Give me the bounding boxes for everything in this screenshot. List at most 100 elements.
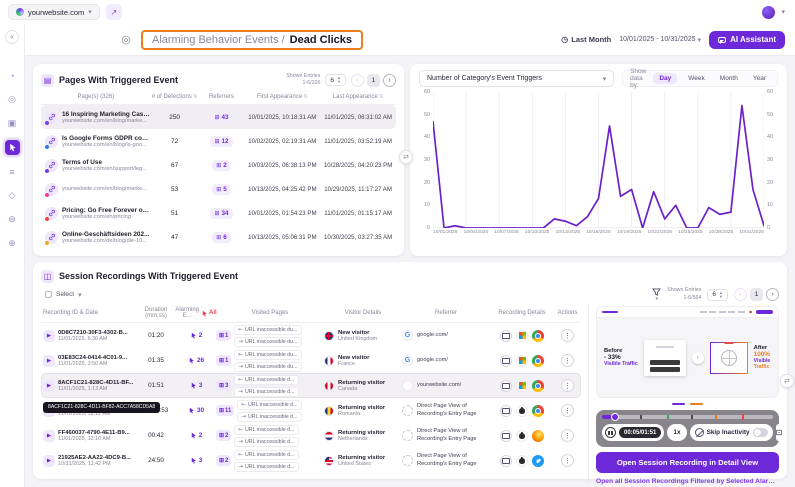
ai-assistant-button[interactable]: AI Assistant bbox=[709, 31, 785, 49]
col-header-alarming[interactable]: Alarming E...All bbox=[176, 307, 216, 319]
prev-page-button[interactable]: ‹ bbox=[351, 74, 364, 87]
website-select[interactable]: yourwebsite.com ▾ bbox=[8, 4, 100, 20]
referrers-badge[interactable]: ⊞6 bbox=[212, 232, 231, 243]
referrers-badge[interactable]: ⊞2 bbox=[212, 160, 231, 171]
visited-page-entry[interactable]: ⇥URL inaccessible du... bbox=[234, 337, 301, 347]
col-header-pages[interactable]: Page(s) (326) bbox=[41, 94, 151, 100]
sidebar-item-alarming-events[interactable] bbox=[5, 140, 20, 155]
tab-year[interactable]: Year bbox=[749, 74, 770, 83]
open-website-button[interactable]: ↗ bbox=[106, 4, 122, 20]
sidebar-item-segments[interactable]: ◇ bbox=[5, 188, 20, 203]
select-all-checkbox[interactable] bbox=[45, 291, 52, 298]
prev-page-button[interactable]: ‹ bbox=[734, 288, 747, 301]
row-actions-button[interactable]: ⋮ bbox=[561, 329, 574, 342]
page-size-stepper[interactable]: 6▲▼ bbox=[707, 289, 728, 301]
col-header-last[interactable]: Last Appearance⇅ bbox=[320, 94, 396, 100]
skip-inactivity-toggle[interactable] bbox=[753, 428, 768, 437]
tab-day[interactable]: Day bbox=[653, 73, 677, 84]
visited-page-entry[interactable]: ⇤URL inaccessible du... bbox=[234, 325, 301, 335]
select-dropdown[interactable]: Select ▾ bbox=[41, 289, 86, 301]
tab-week[interactable]: Week bbox=[684, 74, 709, 83]
avatar-chevron-icon[interactable]: ▾ bbox=[781, 8, 785, 16]
next-page-button[interactable]: › bbox=[383, 74, 396, 87]
alarming-count[interactable]: 3 bbox=[190, 382, 203, 389]
sidebar-item-events[interactable]: ≡ bbox=[5, 164, 20, 179]
referrers-badge[interactable]: ⊞5 bbox=[212, 184, 231, 195]
recording-row[interactable]: ▶0D8C7210-30F3-4302-B...11/01/2025, 6:30… bbox=[41, 323, 581, 348]
visited-page-entry[interactable]: ⇤URL inaccessible d... bbox=[234, 425, 298, 435]
col-header-visitor[interactable]: Visitor Details bbox=[324, 310, 402, 316]
referrers-badge[interactable]: ⊞43 bbox=[210, 112, 232, 123]
website-name: yourwebsite.com bbox=[28, 8, 84, 17]
row-actions-button[interactable]: ⋮ bbox=[561, 379, 574, 392]
row-actions-button[interactable]: ⋮ bbox=[561, 429, 574, 442]
recording-row[interactable]: ▶8ACF1C21-828C-4D11-BF...11/01/2025, 1:1… bbox=[41, 373, 581, 398]
pause-button[interactable] bbox=[605, 427, 616, 438]
sidebar-item-settings[interactable]: ⊛ bbox=[5, 212, 20, 227]
visited-page-entry[interactable]: ⇤URL inaccessible d... bbox=[234, 450, 298, 460]
recording-row[interactable]: ▶03E83C24-0414-4C01-9...11/01/2025, 3:50… bbox=[41, 348, 581, 373]
sidebar-item-dashboard[interactable]: ◔ bbox=[5, 68, 20, 83]
chart-metric-select[interactable]: Number of Category's Event Triggers ▾ bbox=[419, 70, 614, 87]
sidebar-item-integrations[interactable]: ⊕ bbox=[5, 236, 20, 251]
panel-collapse-handle[interactable]: ⇄ bbox=[780, 374, 794, 388]
recording-row[interactable]: ▶21925AE2-AA22-4DC9-B...10/31/2025, 11:4… bbox=[41, 448, 581, 473]
target-icon-button[interactable]: ◎ bbox=[119, 33, 133, 47]
alarming-count[interactable]: 2 bbox=[190, 332, 203, 339]
visited-page-entry[interactable]: ⇤URL inaccessible d... bbox=[237, 400, 301, 410]
page-size-stepper[interactable]: 6▲▼ bbox=[325, 74, 346, 86]
col-header-duration[interactable]: Duration (mm:ss) bbox=[136, 307, 176, 319]
visited-page-entry[interactable]: ⇥URL inaccessible d... bbox=[234, 387, 298, 397]
recording-thumbnail[interactable]: Before - 33% Visible Traffic › bbox=[596, 306, 779, 398]
visited-page-entry[interactable]: ⇥URL inaccessible d... bbox=[234, 462, 298, 472]
visited-page-entry[interactable]: ⇥URL inaccessible du... bbox=[234, 362, 301, 372]
open-all-recordings-link[interactable]: Open all Session Recordings Filtered by … bbox=[596, 478, 779, 485]
visited-page-entry[interactable]: ⇥URL inaccessible d... bbox=[234, 437, 298, 447]
sidebar-item-recordings[interactable]: ▣ bbox=[5, 116, 20, 131]
table-row[interactable]: yourwebsite.com/en/blog/marke...53⊞510/1… bbox=[41, 177, 396, 201]
line-chart[interactable]: 10/01/202510/04/202510/07/202510/10/2025… bbox=[433, 92, 764, 235]
speed-button[interactable]: 1x bbox=[667, 424, 686, 441]
row-actions-button[interactable]: ⋮ bbox=[561, 454, 574, 467]
timeline-knob[interactable] bbox=[611, 413, 619, 421]
recording-date: 10/31/2025, 11:42 PM bbox=[58, 461, 131, 467]
date-range[interactable]: 10/01/2025 - 10/31/2025 ▾ bbox=[619, 36, 701, 44]
col-header-referrers[interactable]: Referrers bbox=[199, 94, 245, 100]
table-row[interactable]: Is Google Forms GDPR comp...yourwebsite.… bbox=[41, 129, 396, 153]
col-header-first[interactable]: First Appearance⇅ bbox=[244, 94, 320, 100]
sidebar-item-visitors[interactable]: ◎ bbox=[5, 92, 20, 107]
table-row[interactable]: Terms of Useyourwebsite.com/en/support/l… bbox=[41, 153, 396, 177]
visited-page-entry[interactable]: ⇥URL inaccessible d... bbox=[237, 412, 301, 422]
alarming-count[interactable]: 30 bbox=[188, 407, 204, 414]
col-header-detections[interactable]: # of Detections⇅ bbox=[151, 94, 199, 100]
timeline-scrubber[interactable] bbox=[602, 415, 773, 419]
row-actions-button[interactable]: ⋮ bbox=[561, 354, 574, 367]
alarming-all-filter[interactable]: All bbox=[201, 310, 217, 317]
alarming-count[interactable]: 3 bbox=[190, 457, 203, 464]
panel-collapse-handle[interactable]: ⇄ bbox=[399, 150, 413, 164]
referrers-badge[interactable]: ⊞34 bbox=[210, 208, 232, 219]
alarming-count[interactable]: 2 bbox=[190, 432, 203, 439]
recording-row[interactable]: ▶FF460037-4790-4E11-B9...11/01/2025, 12:… bbox=[41, 423, 581, 448]
col-header-details[interactable]: Recording Details bbox=[490, 310, 554, 316]
visited-page-entry[interactable]: ⇤URL inaccessible du... bbox=[234, 350, 301, 360]
col-header-recording-id[interactable]: Recording ID & Date bbox=[41, 310, 136, 316]
open-recording-detail-button[interactable]: Open Session Recording in Detail View bbox=[596, 452, 779, 473]
tab-month[interactable]: Month bbox=[716, 74, 742, 83]
alarming-count[interactable]: 26 bbox=[188, 357, 204, 364]
filter-button[interactable]: ▾ bbox=[652, 288, 661, 302]
fullscreen-button[interactable]: ⊡ bbox=[776, 424, 783, 441]
period-selector[interactable]: ◷ Last Month bbox=[561, 35, 611, 44]
sidebar-collapse-button[interactable]: « bbox=[5, 30, 19, 44]
user-avatar[interactable] bbox=[762, 6, 775, 19]
referrers-badge[interactable]: ⊞12 bbox=[210, 136, 232, 147]
col-header-referrer[interactable]: Referrer bbox=[402, 310, 490, 316]
table-row[interactable]: 16 Inspiring Marketing Case ...yourwebsi… bbox=[41, 105, 396, 129]
row-actions-button[interactable]: ⋮ bbox=[561, 404, 574, 417]
table-row[interactable]: Pricing: Go Free Forever or C...yourwebs… bbox=[41, 201, 396, 225]
visited-page-entry[interactable]: ⇤URL inaccessible d... bbox=[234, 375, 298, 385]
next-page-button[interactable]: › bbox=[766, 288, 779, 301]
detections-count: 51 bbox=[151, 210, 199, 217]
col-header-visited[interactable]: Visited Pages bbox=[216, 310, 324, 316]
table-row[interactable]: Online-Geschäftsideen 202...yourwebsite.… bbox=[41, 225, 396, 249]
